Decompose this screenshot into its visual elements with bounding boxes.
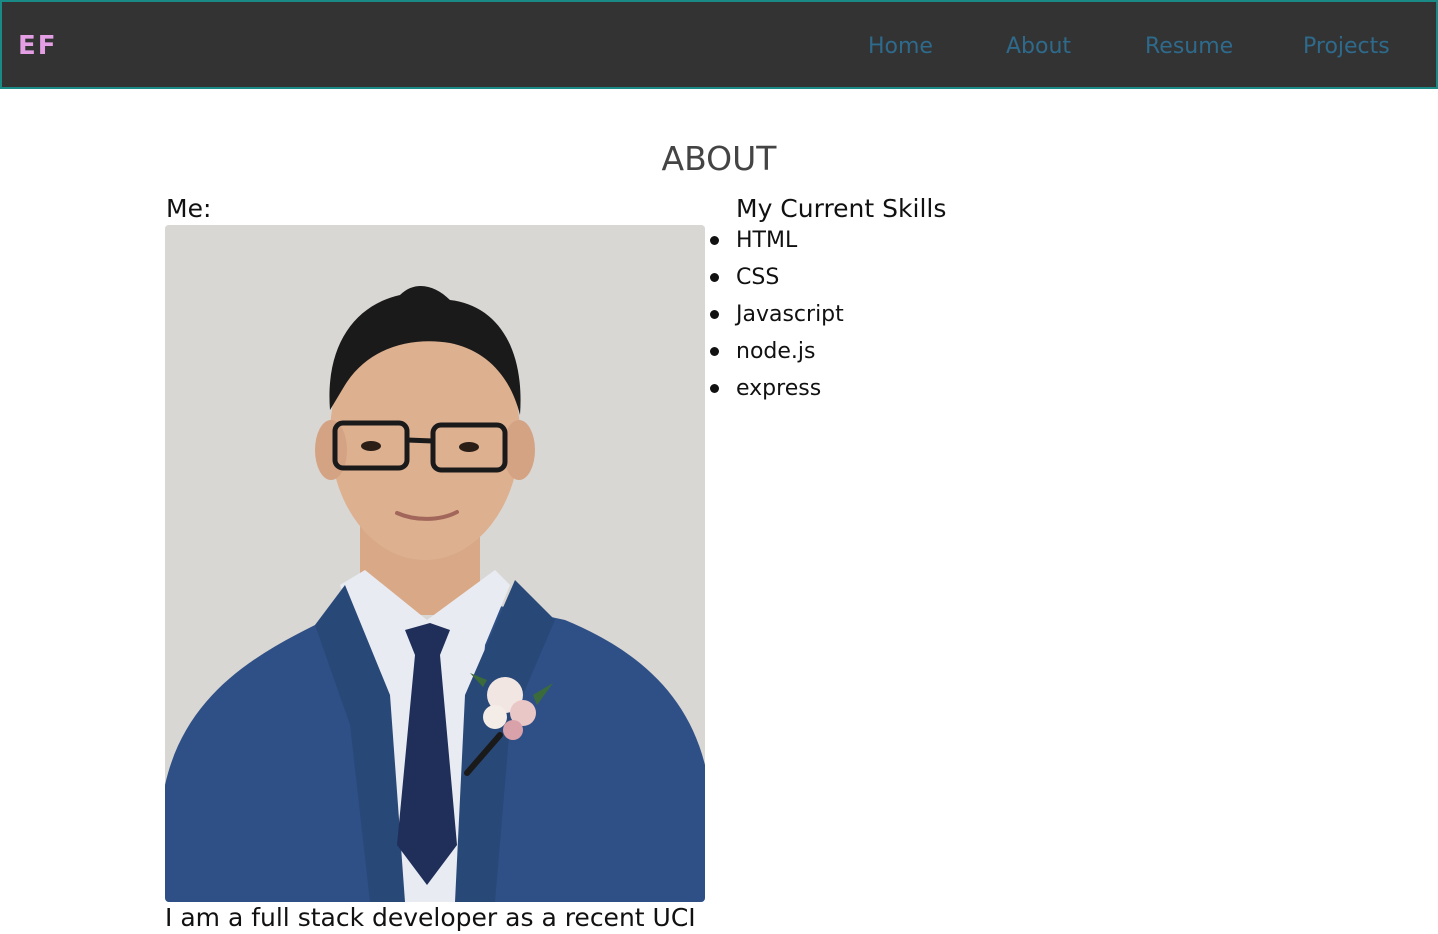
bullet-icon bbox=[710, 384, 719, 393]
me-label: Me: bbox=[166, 194, 212, 223]
skill-item-javascript: Javascript bbox=[710, 300, 844, 337]
skill-label: Javascript bbox=[736, 302, 844, 327]
brand-logo[interactable]: EF bbox=[18, 31, 58, 61]
skill-label: HTML bbox=[736, 228, 798, 253]
skills-list: HTML CSS Javascript node.js express bbox=[710, 226, 844, 411]
bullet-icon bbox=[710, 347, 719, 356]
bio-text: I am a full stack developer as a recent … bbox=[165, 903, 696, 932]
skill-item-css: CSS bbox=[710, 263, 844, 300]
nav-link-resume[interactable]: Resume bbox=[1145, 33, 1233, 61]
page-title: ABOUT bbox=[661, 139, 777, 178]
bullet-icon bbox=[710, 236, 719, 245]
navbar: EF Home About Resume Projects bbox=[0, 0, 1438, 89]
profile-photo bbox=[165, 225, 705, 902]
skill-item-nodejs: node.js bbox=[710, 337, 844, 374]
nav-link-about[interactable]: About bbox=[1006, 33, 1071, 61]
skill-item-html: HTML bbox=[710, 226, 844, 263]
skill-label: express bbox=[736, 376, 822, 401]
nav-link-projects[interactable]: Projects bbox=[1303, 33, 1390, 61]
skill-item-express: express bbox=[710, 374, 844, 411]
skill-label: node.js bbox=[736, 339, 816, 364]
nav-link-home[interactable]: Home bbox=[868, 33, 933, 61]
skill-label: CSS bbox=[736, 265, 780, 290]
skills-heading: My Current Skills bbox=[736, 194, 947, 223]
bullet-icon bbox=[710, 273, 719, 282]
bullet-icon bbox=[710, 310, 719, 319]
